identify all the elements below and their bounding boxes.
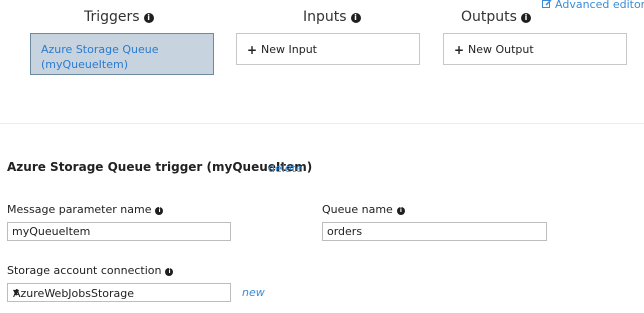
- trigger-binding-azure-storage-queue[interactable]: Azure Storage Queue (myQueueItem): [30, 33, 214, 75]
- inputs-header: Inputs i: [303, 9, 361, 25]
- message-parameter-label: Message parameter name i: [7, 203, 164, 216]
- queue-name-label: Queue name i: [322, 203, 405, 216]
- info-icon[interactable]: i: [350, 13, 361, 23]
- triggers-header: Triggers i: [84, 9, 154, 25]
- advanced-editor-link[interactable]: Advanced editor: [542, 0, 644, 11]
- outputs-header: Outputs i: [461, 9, 531, 25]
- new-output-label: New Output: [468, 43, 534, 56]
- message-parameter-label-text: Message parameter name: [7, 203, 152, 216]
- trigger-detail-title: Azure Storage Queue trigger (myQueueItem…: [7, 160, 313, 174]
- plus-icon: +: [247, 43, 258, 57]
- plus-icon: +: [454, 43, 465, 57]
- info-icon[interactable]: i: [396, 207, 405, 215]
- edit-icon: [542, 0, 552, 8]
- storage-connection-select[interactable]: AzureWebJobsStorage ▼: [7, 283, 231, 302]
- caret-down-icon: ▼: [13, 288, 20, 297]
- section-divider: [0, 123, 644, 124]
- new-input-button[interactable]: + New Input: [236, 33, 420, 65]
- info-icon[interactable]: i: [143, 13, 154, 23]
- triggers-title: Triggers: [84, 9, 140, 25]
- new-input-label: New Input: [261, 43, 317, 56]
- trigger-binding-label: Azure Storage Queue (myQueueItem): [41, 43, 159, 71]
- queue-name-input[interactable]: [322, 222, 547, 241]
- delete-trigger-link[interactable]: delete: [268, 162, 303, 175]
- inputs-title: Inputs: [303, 9, 347, 25]
- storage-connection-label-text: Storage account connection: [7, 264, 162, 277]
- new-output-button[interactable]: + New Output: [443, 33, 627, 65]
- info-icon[interactable]: i: [520, 13, 531, 23]
- new-connection-link[interactable]: new: [242, 286, 265, 299]
- storage-connection-label: Storage account connection i: [7, 264, 174, 277]
- message-parameter-input[interactable]: [7, 222, 231, 241]
- info-icon[interactable]: i: [165, 268, 174, 276]
- advanced-editor-label: Advanced editor: [555, 0, 644, 11]
- outputs-title: Outputs: [461, 9, 517, 25]
- queue-name-label-text: Queue name: [322, 203, 393, 216]
- info-icon[interactable]: i: [155, 207, 164, 215]
